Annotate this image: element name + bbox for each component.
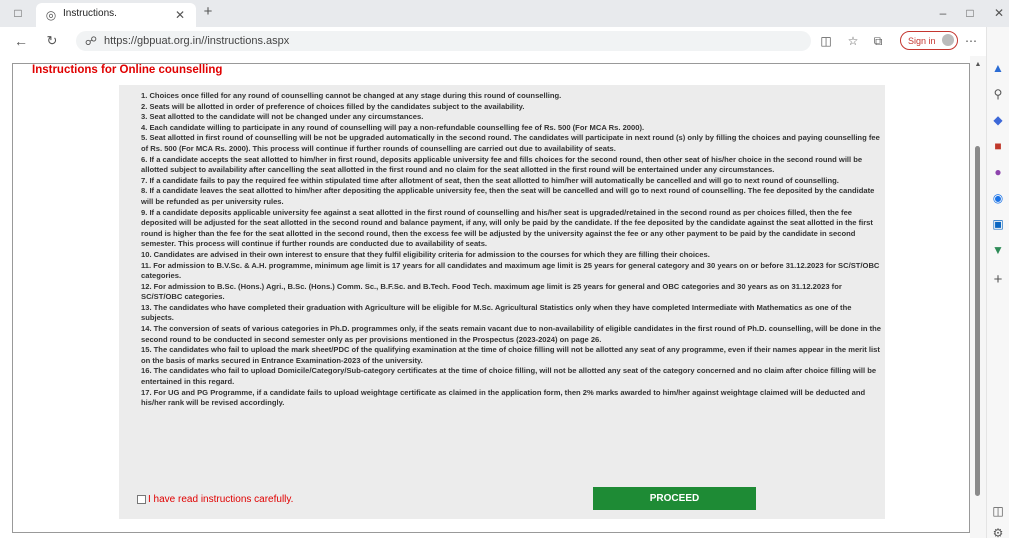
instruction-item: 4. Each candidate willing to participate…	[141, 122, 645, 132]
instruction-item: 14. The conversion of seats of various c…	[141, 324, 881, 344]
new-tab-icon[interactable]: +	[201, 4, 215, 19]
instructions-panel: 1. Choices once filled for any round of …	[119, 85, 885, 519]
avatar-icon	[942, 34, 954, 46]
restore-icon[interactable]: □	[963, 6, 977, 20]
search-icon[interactable]: ⚲	[991, 87, 1005, 101]
office-icon[interactable]: ◉	[991, 191, 1005, 205]
browser-tab[interactable]: ◎ Instructions. ✕	[36, 3, 196, 27]
scrollbar-thumb[interactable]	[975, 146, 980, 496]
minimize-icon[interactable]: –	[936, 6, 950, 20]
url-text: https://gbpuat.org.in//instructions.aspx	[104, 35, 290, 47]
instructions-list: 1. Choices once filled for any round of …	[141, 91, 881, 409]
instruction-item: 5. Seat allotted in first round of couns…	[141, 133, 880, 153]
instruction-item: 17. For UG and PG Programme, if a candid…	[141, 387, 866, 408]
tab-strip: □ ◎ Instructions. ✕ + – □ ✕	[0, 0, 1009, 27]
sidebar-layout-icon[interactable]: ◫	[991, 504, 1005, 518]
instruction-item: 6. If a candidate accepts the seat allot…	[141, 154, 863, 175]
close-tab-icon[interactable]: ✕	[174, 8, 186, 22]
edge-sidebar: ▲ ⚲ ◆ ■ ● ◉ ▣ ▼ + ◫ ⚙	[986, 27, 1009, 540]
instruction-item: 2. Seats will be allotted in order of pr…	[141, 101, 525, 111]
shopping-tag-icon[interactable]: ◆	[991, 113, 1005, 127]
page-content: Instructions for Online counselling 1. C…	[0, 56, 970, 538]
instruction-item: 13. The candidates who have completed th…	[141, 302, 852, 323]
games-icon[interactable]: ●	[991, 165, 1005, 179]
notification-icon[interactable]: ▲	[991, 61, 1005, 75]
instruction-item: 1. Choices once filled for any round of …	[141, 91, 562, 100]
collections-icon[interactable]: ⧉	[871, 34, 885, 48]
address-bar: ← ↻ ☍ https://gbpuat.org.in//instruction…	[0, 27, 1009, 57]
site-info-icon[interactable]: ☍	[84, 34, 98, 48]
split-screen-icon[interactable]: ◫	[819, 34, 833, 48]
drop-icon[interactable]: ▼	[991, 243, 1005, 257]
outlook-icon[interactable]: ▣	[991, 217, 1005, 231]
tab-title: Instructions.	[63, 8, 117, 19]
favorites-icon[interactable]: ☆	[846, 34, 860, 48]
instruction-item: 16. The candidates who fail to upload Do…	[141, 366, 877, 387]
add-sidebar-icon[interactable]: +	[991, 272, 1005, 287]
scroll-up-icon[interactable]: ▲	[973, 58, 983, 72]
back-icon[interactable]: ←	[14, 34, 28, 48]
toolbox-icon[interactable]: ■	[991, 139, 1005, 153]
instruction-item: 9. If a candidate deposits applicable un…	[141, 207, 873, 249]
instruction-item: 7. If a candidate fails to pay the requi…	[141, 175, 839, 185]
reload-icon[interactable]: ↻	[45, 34, 59, 48]
instruction-item: 8. If a candidate leaves the seat allott…	[141, 186, 875, 206]
read-instructions-label[interactable]: I have read instructions carefully.	[148, 494, 293, 505]
close-window-icon[interactable]: ✕	[992, 6, 1006, 20]
instructions-legend: Instructions for Online counselling	[30, 64, 225, 76]
url-field[interactable]: ☍ https://gbpuat.org.in//instructions.as…	[76, 31, 811, 51]
instruction-item: 10. Candidates are advised in their own …	[141, 249, 710, 259]
instruction-item: 11. For admission to B.V.Sc. & A.H. prog…	[141, 260, 880, 281]
sign-in-label: Sign in	[908, 36, 936, 46]
instruction-item: 3. Seat allotted to the candidate will n…	[141, 112, 424, 122]
tab-favicon-icon: ◎	[45, 8, 57, 22]
page-scrollbar[interactable]: ▲	[970, 56, 986, 538]
instruction-item: 15. The candidates who fail to upload th…	[141, 345, 880, 365]
instruction-item: 12. For admission to B.Sc. (Hons.) Agri.…	[141, 281, 842, 302]
sign-in-button[interactable]: Sign in	[900, 31, 958, 50]
read-instructions-checkbox-row[interactable]: I have read instructions carefully.	[137, 494, 293, 505]
instructions-fieldset: Instructions for Online counselling 1. C…	[12, 63, 970, 533]
more-icon[interactable]: ⋯	[964, 34, 978, 48]
window-icon[interactable]: □	[11, 6, 25, 20]
proceed-button[interactable]: PROCEED	[593, 487, 756, 510]
read-instructions-checkbox[interactable]	[137, 494, 146, 504]
